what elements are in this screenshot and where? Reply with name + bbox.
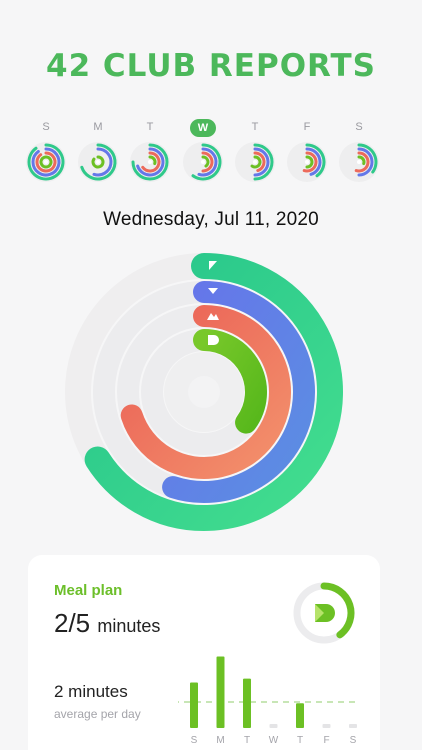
day-letter: T: [251, 121, 259, 133]
x-tick-label: W: [269, 735, 279, 746]
mini-rings: [78, 142, 118, 182]
weekly-bar-chart: SMTWTFS: [178, 656, 357, 746]
date-heading: Wednesday, Jul 11, 2020: [103, 209, 319, 230]
mini-ring-center: [148, 160, 152, 164]
mini-ring-center: [253, 160, 257, 164]
mini-ring-center: [44, 160, 48, 164]
x-tick-label: S: [191, 735, 198, 746]
mini-rings: [26, 142, 66, 182]
x-tick-label: T: [297, 735, 303, 746]
leaf-icon: [208, 335, 219, 345]
bar-empty: [322, 724, 331, 728]
day-letter: T: [146, 121, 154, 133]
bar: [243, 678, 251, 728]
card-label: Meal plan: [54, 582, 123, 599]
mini-ring-center: [357, 160, 361, 164]
x-tick-label: T: [244, 735, 250, 746]
page-title: 42 CLUB REPORTS: [46, 48, 376, 84]
day-monday[interactable]: M: [74, 118, 122, 184]
average-value: 2 minutes: [54, 682, 128, 701]
day-letter-selected: W: [190, 119, 216, 137]
day-letter: M: [93, 121, 103, 133]
mini-rings: [235, 142, 275, 182]
day-friday[interactable]: F: [283, 118, 331, 184]
mini-rings: [130, 142, 170, 182]
bar: [216, 656, 225, 728]
card-value: 2/5 minutes: [54, 608, 160, 639]
mini-ring-center: [305, 160, 309, 164]
day-letter: F: [303, 121, 311, 133]
leaf-icon: [315, 604, 335, 622]
ring-center-dot: [188, 376, 220, 408]
card-value-main: 2/5: [54, 608, 91, 638]
average-caption: average per day: [54, 707, 141, 721]
bar-empty: [269, 724, 278, 728]
x-tick-label: M: [216, 735, 224, 746]
meal-plan-card[interactable]: Meal plan 2/5 minutes 2 minutes average …: [28, 555, 380, 750]
bar-empty: [349, 724, 357, 728]
day-thursday[interactable]: T: [231, 118, 279, 184]
day-tuesday[interactable]: T: [126, 118, 174, 184]
mini-ring-center: [201, 160, 205, 164]
x-tick-label: F: [323, 735, 329, 746]
bar: [296, 703, 304, 728]
activity-rings: [65, 253, 343, 531]
mini-rings: [287, 142, 327, 182]
day-saturday[interactable]: S: [335, 118, 383, 184]
day-letter: S: [355, 121, 363, 133]
week-strip: S M T W T F S: [22, 118, 402, 188]
card-value-unit: minutes: [97, 616, 161, 636]
day-letter: S: [42, 121, 50, 133]
day-sunday-1[interactable]: S: [22, 118, 70, 184]
x-tick-label: S: [350, 735, 357, 746]
day-wednesday[interactable]: W: [179, 118, 227, 184]
bar: [190, 682, 198, 728]
mini-ring-center: [96, 160, 100, 164]
mini-rings: [339, 142, 379, 182]
mini-rings: [183, 142, 223, 182]
